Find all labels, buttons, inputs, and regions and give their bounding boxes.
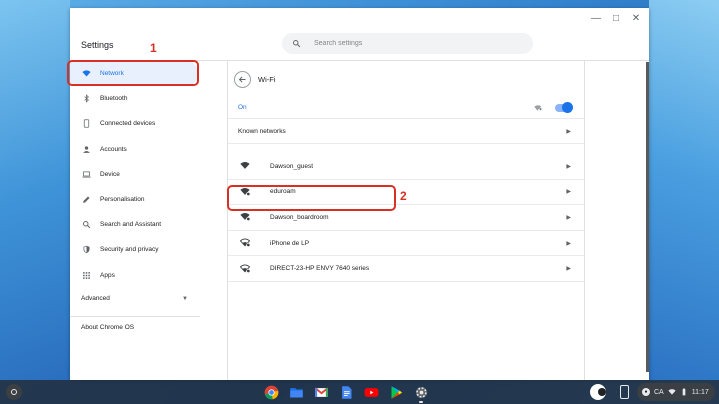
search-icon xyxy=(82,220,91,229)
known-networks-label: Known networks xyxy=(238,127,286,135)
maximize-button[interactable]: □ xyxy=(609,12,623,26)
apps-grid-icon xyxy=(82,271,91,280)
status-tray[interactable]: ● CA 11:17 xyxy=(637,383,715,401)
chevron-right-icon: ▶ xyxy=(566,214,571,221)
sidebar-item-label: Personalisation xyxy=(100,196,145,204)
sidebar-item-label: Security and privacy xyxy=(100,246,159,254)
sidebar-advanced-label: Advanced xyxy=(81,295,110,303)
shield-icon xyxy=(82,245,91,254)
wifi-on-label: On xyxy=(238,104,247,111)
shelf-apps xyxy=(262,383,430,403)
notification-badge-icon: ● xyxy=(642,388,650,396)
search-icon xyxy=(293,40,301,48)
network-row-left: Dawson_boardroom xyxy=(240,208,329,226)
wifi-signal-icon xyxy=(240,157,250,175)
stylus-tools-icon[interactable] xyxy=(590,384,606,400)
wallpaper xyxy=(649,0,719,380)
wifi-toggle[interactable] xyxy=(555,102,573,113)
phone-hub-icon[interactable] xyxy=(620,385,629,399)
sidebar-item-label: Connected devices xyxy=(100,120,156,128)
chevron-right-icon: ▶ xyxy=(566,128,571,135)
docs-icon[interactable] xyxy=(337,383,355,401)
wallpaper xyxy=(0,0,70,380)
launcher-icon xyxy=(11,389,17,395)
chevron-right-icon: ▶ xyxy=(566,266,571,273)
arrow-back-icon xyxy=(238,76,246,82)
sidebar-item-label: Bluetooth xyxy=(100,95,128,103)
app-title: Settings xyxy=(81,40,114,50)
wifi-add-icon[interactable] xyxy=(534,99,542,117)
sidebar-item-about-chrome-os[interactable]: About Chrome OS xyxy=(70,317,200,339)
sidebar-item-device[interactable]: Device xyxy=(70,162,200,187)
sidebar-item-security-and-privacy[interactable]: Security and privacy xyxy=(70,237,200,262)
annotation-number-2: 2 xyxy=(400,189,407,203)
subpage-title: Wi-Fi xyxy=(258,74,276,84)
network-row-left: iPhone de LP xyxy=(239,234,310,252)
sidebar-item-connected-devices[interactable]: Connected devices xyxy=(70,111,200,136)
annotation-box-network xyxy=(67,60,199,86)
chevron-right-icon: ▶ xyxy=(566,240,571,247)
phone-icon xyxy=(82,119,91,129)
annotation-number-1: 1 xyxy=(150,41,157,55)
wifi-weak-secure-icon xyxy=(239,234,251,252)
files-icon[interactable] xyxy=(287,383,305,401)
sidebar-item-search-and-assistant[interactable]: Search and Assistant xyxy=(70,212,200,237)
network-name: DIRECT-23-HP ENVY 7640 series xyxy=(270,265,370,273)
search-input[interactable] xyxy=(314,40,514,47)
wifi-toggle-row: On xyxy=(228,97,584,119)
network-row-direct-hp-envy[interactable]: DIRECT-23-HP ENVY 7640 series ▶ xyxy=(228,256,584,282)
subpage-header: Wi-Fi xyxy=(228,61,584,97)
sidebar-item-label: Device xyxy=(100,170,120,178)
network-name: Dawson_guest xyxy=(270,162,313,170)
shelf-status-left xyxy=(590,384,629,400)
back-button[interactable] xyxy=(234,70,251,88)
known-networks-row[interactable]: Known networks ▶ xyxy=(228,119,584,144)
chevron-right-icon: ▶ xyxy=(566,163,571,170)
network-row-iphone-de-lp[interactable]: iPhone de LP ▶ xyxy=(228,231,584,257)
sidebar-item-label: About Chrome OS xyxy=(81,324,135,332)
sidebar-item-label: Apps xyxy=(100,271,115,279)
network-name: iPhone de LP xyxy=(270,239,310,247)
clock: 11:17 xyxy=(691,388,709,396)
sidebar-item-accounts[interactable]: Accounts xyxy=(70,137,200,162)
youtube-icon[interactable] xyxy=(362,383,380,401)
wifi-status-icon xyxy=(668,389,676,395)
close-button[interactable]: ✕ xyxy=(629,12,643,26)
network-name: Dawson_boardroom xyxy=(270,213,329,221)
wifi-secure-icon xyxy=(240,208,251,226)
wifi-toggle-controls xyxy=(534,99,573,117)
wifi-subpage: Wi-Fi On Known networks ▶ Dawson_guest ▶… xyxy=(227,61,585,380)
shelf: ● CA 11:17 xyxy=(0,380,719,404)
sidebar-item-bluetooth[interactable]: Bluetooth xyxy=(70,86,200,111)
network-row-left: DIRECT-23-HP ENVY 7640 series xyxy=(239,260,370,278)
bluetooth-icon xyxy=(82,94,91,104)
sidebar: Network Bluetooth Connected devices Acco… xyxy=(70,61,200,380)
network-row-left: Dawson_guest xyxy=(240,157,313,175)
sidebar-item-personalisation[interactable]: Personalisation xyxy=(70,187,200,212)
minimize-button[interactable]: — xyxy=(589,12,603,26)
pencil-icon xyxy=(82,195,91,204)
network-row-dawson-guest[interactable]: Dawson_guest ▶ xyxy=(228,154,584,180)
laptop-icon xyxy=(82,170,91,179)
settings-gear-icon[interactable] xyxy=(412,383,430,403)
chrome-icon[interactable] xyxy=(262,383,280,401)
person-icon xyxy=(82,145,91,154)
battery-icon xyxy=(682,388,686,396)
sidebar-item-label: Search and Assistant xyxy=(100,221,162,229)
launcher-button[interactable] xyxy=(6,384,22,400)
play-store-icon[interactable] xyxy=(387,383,405,401)
wifi-weak-secure-icon xyxy=(239,260,251,278)
sidebar-item-apps[interactable]: Apps xyxy=(70,263,200,288)
search-box[interactable] xyxy=(282,33,533,54)
annotation-box-eduroam xyxy=(227,185,396,211)
sidebar-advanced-toggle[interactable]: Advanced ▼ xyxy=(70,288,200,310)
gmail-icon[interactable] xyxy=(312,383,330,401)
input-method-indicator: CA xyxy=(654,388,664,396)
window-controls: — □ ✕ xyxy=(589,12,643,26)
chevron-right-icon: ▶ xyxy=(566,189,571,196)
caret-down-icon: ▼ xyxy=(182,295,188,302)
scrollbar[interactable] xyxy=(646,62,649,372)
sidebar-item-label: Accounts xyxy=(100,145,127,153)
